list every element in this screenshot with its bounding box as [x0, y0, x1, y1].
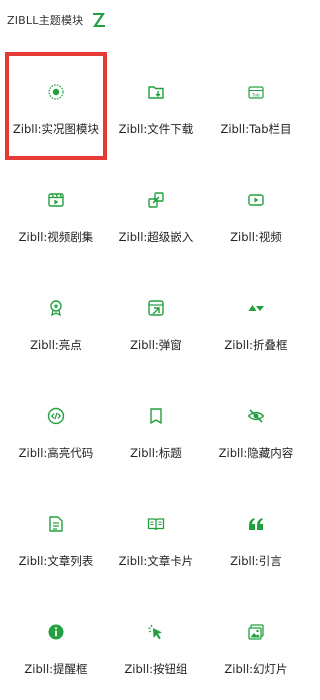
module-item-label: Zibll:视频剧集 — [18, 230, 94, 244]
video-episodes-icon — [5, 190, 107, 210]
module-item[interactable]: Zibll:按钮组 — [105, 592, 207, 700]
module-item[interactable]: Zibll:视频剧集 — [5, 160, 107, 268]
collapse-icon — [205, 298, 307, 318]
module-item-label: Zibll:超级嵌入 — [118, 230, 194, 244]
module-item[interactable]: Zibll:文件下载 — [105, 52, 207, 160]
module-item[interactable]: Zibll:高亮代码 — [5, 376, 107, 484]
module-item-label: Zibll:提醒框 — [24, 662, 88, 676]
eye-hidden-icon — [205, 406, 307, 426]
module-item-label: Zibll:折叠框 — [224, 338, 288, 352]
svg-text:Tab: Tab — [251, 92, 260, 98]
quote-icon — [205, 514, 307, 534]
module-item-label: Zibll:标题 — [130, 446, 182, 460]
module-item[interactable]: Zibll:隐藏内容 — [205, 376, 307, 484]
folder-download-icon — [105, 82, 207, 102]
module-item-label: Zibll:文件下载 — [118, 122, 194, 136]
module-item[interactable]: Zibll:标题 — [105, 376, 207, 484]
module-item-label: Zibll:文章卡片 — [118, 554, 194, 568]
module-item[interactable]: Zibll:文章卡片 — [105, 484, 207, 592]
slides-icon — [205, 622, 307, 642]
module-item-label: Zibll:引言 — [230, 554, 282, 568]
module-item[interactable]: Zibll:提醒框 — [5, 592, 107, 700]
info-icon — [5, 622, 107, 642]
popup-icon — [105, 298, 207, 318]
module-item[interactable]: Zibll:文章列表 — [5, 484, 107, 592]
module-item-label: Zibll:亮点 — [30, 338, 82, 352]
module-item[interactable]: Tab Zibll:Tab栏目 — [205, 52, 307, 160]
module-item-label: Zibll:幻灯片 — [224, 662, 288, 676]
module-item[interactable]: Zibll:超级嵌入 — [105, 160, 207, 268]
module-item-label: Zibll:高亮代码 — [18, 446, 94, 460]
video-icon — [205, 190, 307, 210]
module-item-label: Zibll:Tab栏目 — [220, 122, 292, 136]
award-icon — [5, 298, 107, 318]
zibll-logo-icon — [92, 12, 106, 28]
code-icon — [5, 406, 107, 426]
module-item-label: Zibll:文章列表 — [18, 554, 94, 568]
module-item-label: Zibll:视频 — [230, 230, 282, 244]
module-item[interactable]: Zibll:亮点 — [5, 268, 107, 376]
book-card-icon — [105, 514, 207, 534]
panel-header: ZIBLL主题模块 — [0, 0, 311, 42]
module-item-label: Zibll:隐藏内容 — [218, 446, 294, 460]
module-item-label: Zibll:弹窗 — [130, 338, 182, 352]
bookmark-icon — [105, 406, 207, 426]
embed-icon — [105, 190, 207, 210]
panel-title: ZIBLL主题模块 — [7, 14, 84, 27]
module-item[interactable]: Zibll:幻灯片 — [205, 592, 307, 700]
module-item-label: Zibll:按钮组 — [124, 662, 188, 676]
module-item[interactable]: Zibll:实况图模块 — [5, 52, 107, 160]
pointer-click-icon — [105, 622, 207, 642]
module-item[interactable]: Zibll:引言 — [205, 484, 307, 592]
tab-icon: Tab — [205, 82, 307, 102]
article-list-icon — [5, 514, 107, 534]
module-item[interactable]: Zibll:折叠框 — [205, 268, 307, 376]
live-photo-icon — [9, 82, 103, 102]
module-item[interactable]: Zibll:弹窗 — [105, 268, 207, 376]
module-item[interactable]: Zibll:视频 — [205, 160, 307, 268]
module-item-label: Zibll:实况图模块 — [12, 122, 100, 136]
